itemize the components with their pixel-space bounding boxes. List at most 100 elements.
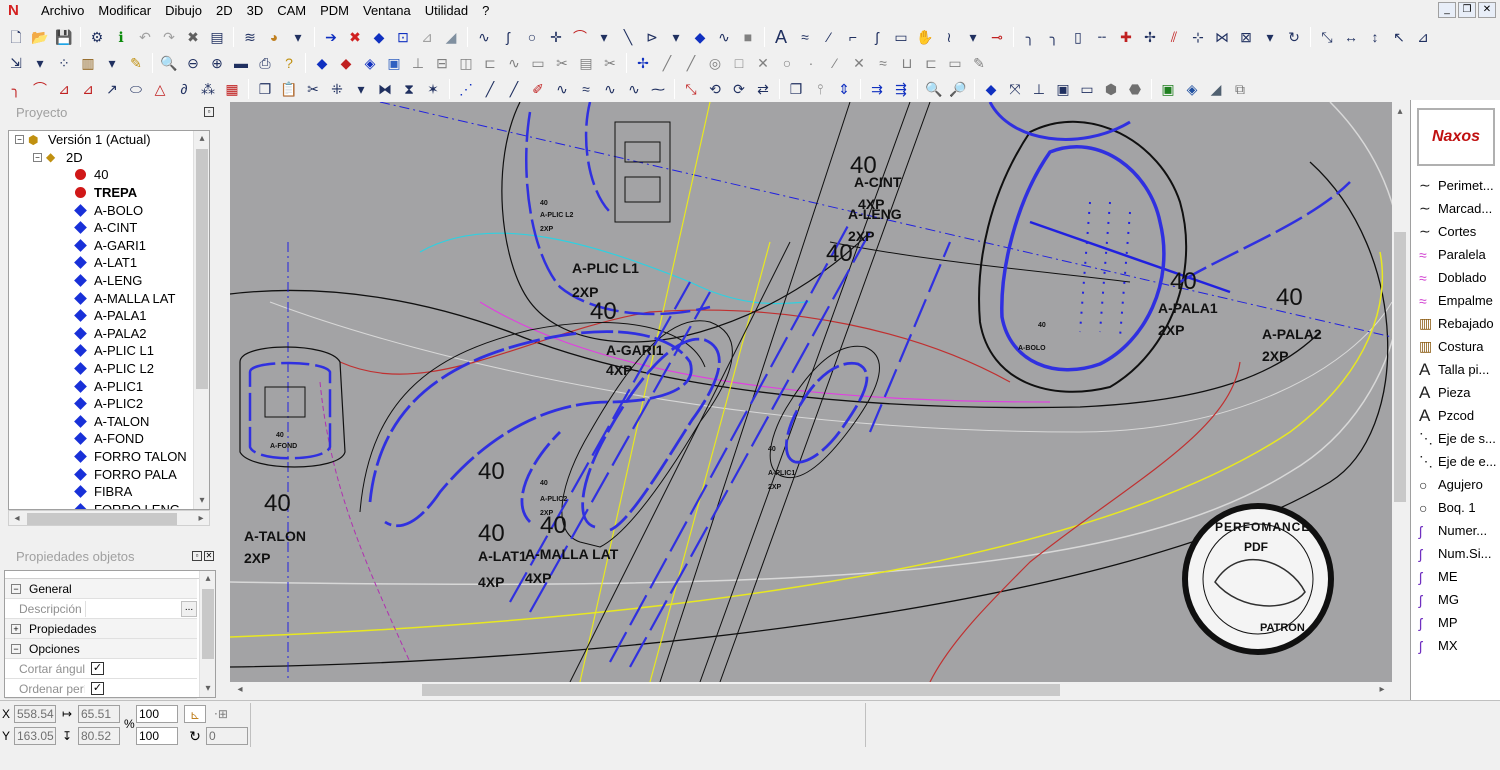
arc-red-icon[interactable]: ⌒ [30,79,50,99]
corner2-red-icon[interactable]: ⊿ [78,79,98,99]
menu-archivo[interactable]: Archivo [34,0,91,22]
tree-item-a-pala2[interactable]: A-PALA2 [9,325,209,343]
property-row-propiedades[interactable]: + Propiedades [5,619,197,639]
tool-pieza[interactable]: A Pieza [1411,381,1500,404]
menu-3d[interactable]: 3D [240,0,271,22]
arrows-icon[interactable]: ⇉ [867,79,887,99]
remove-icon[interactable]: ✖ [345,27,365,47]
diag2-icon[interactable]: ╱ [504,79,524,99]
snap-icon[interactable]: ⊾ [184,705,206,723]
monitor-icon[interactable]: ▭ [1077,79,1097,99]
scroll-left-icon[interactable]: ◂ [9,511,25,527]
tree-item-a-pala1[interactable]: A-PALA1 [9,307,209,325]
node-delete-icon[interactable]: ◆ [336,53,356,73]
rotate-icon[interactable]: ⟲ [705,79,725,99]
tree-horizontal-scrollbar[interactable]: ◂ ▸ [8,510,210,526]
drawing-canvas[interactable]: 40 A-CINT 4XP A-LENG 2XP 40 A-PLIC L1 2XP 40 A-GA… [230,102,1392,682]
zoom-out2-icon[interactable]: 🔎 [948,79,968,99]
help-icon[interactable]: ? [279,53,299,73]
table-icon[interactable]: ▦ [222,79,242,99]
node-blue-icon[interactable]: ◆ [981,79,1001,99]
wave3-icon[interactable]: ∿ [600,79,620,99]
mark-icon[interactable]: ⫽ [1164,27,1184,47]
menu-help[interactable]: ? [475,0,496,22]
menu-ventana[interactable]: Ventana [356,0,418,22]
checkbox[interactable]: ✓ [91,662,104,675]
hand-icon[interactable]: ✋ [915,27,935,47]
tree-item-a-talon[interactable]: A-TALON [9,413,209,431]
tree-item-a-plic-l1[interactable]: A-PLIC L1 [9,342,209,360]
circle-icon[interactable]: ○ [522,27,542,47]
dropdown-arrow-icon[interactable]: ▾ [351,79,371,99]
tool-rebajado[interactable]: ▥ Rebajado [1411,312,1500,335]
explode-icon[interactable]: ✶ [423,79,443,99]
square-icon[interactable]: □ [729,53,749,73]
refresh-icon[interactable]: ↻ [1284,27,1304,47]
line-icon[interactable]: ╲ [618,27,638,47]
dropdown-arrow-icon[interactable]: ▾ [594,27,614,47]
canvas-vertical-scrollbar[interactable]: ▴ [1392,102,1408,682]
node-icon[interactable]: ◆ [690,27,710,47]
measure2-icon[interactable]: ⊥ [1029,79,1049,99]
break-icon[interactable]: ⤡ [681,79,701,99]
collapse-icon[interactable]: − [11,643,21,654]
save2-icon[interactable]: ▣ [1053,79,1073,99]
tree-item-a-cint[interactable]: A-CINT [9,219,209,237]
edit-icon[interactable]: ✎ [969,53,989,73]
curve-icon[interactable]: ↗ [102,79,122,99]
tree-vertical-scrollbar[interactable]: ▴ ▾ [193,131,209,509]
ruler-icon[interactable]: ▬ [231,53,251,73]
menu-pdm[interactable]: PDM [313,0,356,22]
property-row-cortar-ángulos[interactable]: Cortar ángulos ✓ [5,659,197,679]
node-add-icon[interactable]: ◈ [360,53,380,73]
scroll-down-icon[interactable]: ▾ [194,493,209,509]
scroll-down-icon[interactable]: ▾ [200,681,216,697]
tool-marcad[interactable]: ∼ Marcad... [1411,197,1500,220]
canvas-hscroll-thumb[interactable] [422,684,1060,696]
grid-icon[interactable]: ⊟ [432,53,452,73]
move-icon[interactable]: ➔ [321,27,341,47]
hourglass-icon[interactable]: ⧗ [399,79,419,99]
pin-icon[interactable]: ▫ [204,107,214,117]
corner-icon[interactable]: ⌐ [843,27,863,47]
tool-mx[interactable]: ʃ MX [1411,634,1500,657]
fillet-icon[interactable]: ╮ [1020,27,1040,47]
cross-icon[interactable]: ✕ [849,53,869,73]
trim-icon[interactable]: ⊳ [642,27,662,47]
tree-item-a-malla-lat[interactable]: A-MALLA LAT [9,289,209,307]
tree-icon[interactable]: ⫯ [810,79,830,99]
close-panel-icon[interactable]: ✕ [204,551,214,561]
arrows2-icon[interactable]: ⇶ [891,79,911,99]
merge-icon[interactable]: ⋈ [1212,27,1232,47]
pin-icon[interactable]: ▫ [192,551,202,561]
restore-icon[interactable]: ❐ [1458,2,1476,18]
tool-mp[interactable]: ʃ MP [1411,611,1500,634]
tree-item-trepa[interactable]: TREPA [9,184,209,202]
dropdown-arrow-icon[interactable]: ▾ [1260,27,1280,47]
tool-cortes[interactable]: ∼ Cortes [1411,220,1500,243]
property-row-opciones[interactable]: − Opciones [5,639,197,659]
dropdown-arrow-icon[interactable]: ▾ [102,53,122,73]
expand-icon[interactable]: + [11,623,21,634]
open-folder-icon[interactable]: 📂 [30,27,50,47]
copy-icon[interactable]: ❐ [255,79,275,99]
tree-item-a-gari1[interactable]: A-GARI1 [9,237,209,255]
settings-icon[interactable]: ⚙ [87,27,107,47]
menu-utilidad[interactable]: Utilidad [418,0,475,22]
menu-cam[interactable]: CAM [270,0,313,22]
bracket2-icon[interactable]: ⊔ [897,53,917,73]
tool-doblado[interactable]: ≈ Doblado [1411,266,1500,289]
property-row-ordenar-períme[interactable]: Ordenar períme ✓ [5,679,197,699]
delete-icon[interactable]: ✖ [183,27,203,47]
tool-talla-pi[interactable]: A Talla pi... [1411,358,1500,381]
close-icon[interactable]: ✕ [1478,2,1496,18]
dot-icon[interactable]: · [801,53,821,73]
minimize-icon[interactable]: _ [1438,2,1456,18]
line3-icon[interactable]: ⁓ [648,79,668,99]
zoom-icon[interactable]: 🔍 [159,53,179,73]
blob2-icon[interactable]: ⬣ [1125,79,1145,99]
pattern-drawing[interactable] [230,102,1392,682]
properties-scroll-thumb[interactable] [202,589,214,659]
shoe-icon[interactable]: ◢ [441,27,461,47]
polyline-icon[interactable]: ∿ [474,27,494,47]
